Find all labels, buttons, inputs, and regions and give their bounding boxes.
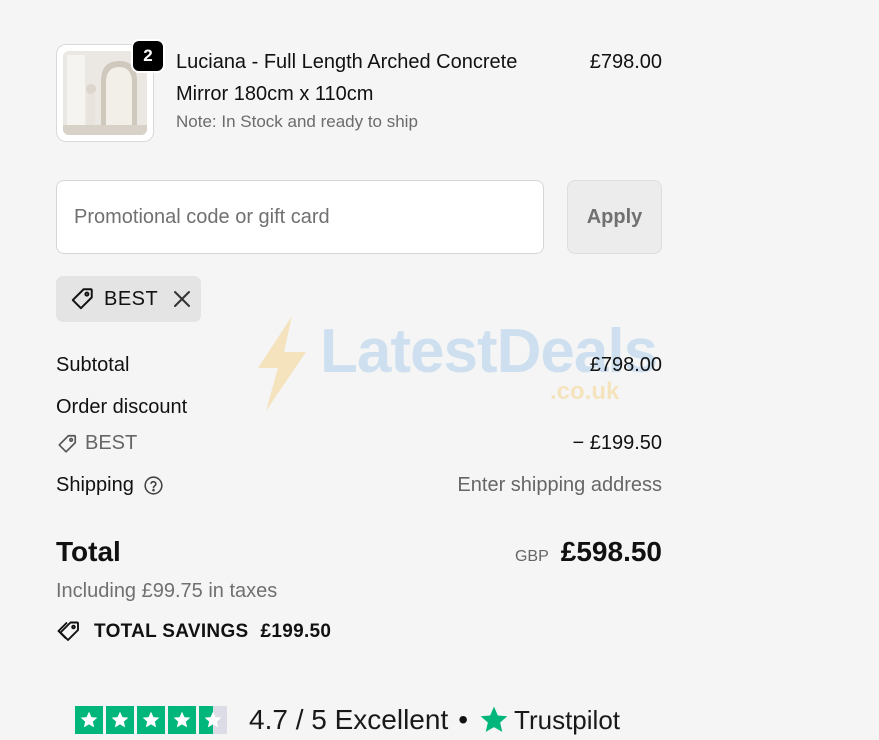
shipping-row: Shipping Enter shipping address (56, 474, 662, 504)
total-row: Total GBP £598.50 (56, 536, 662, 572)
savings-value: £199.50 (260, 621, 332, 642)
product-price: £798.00 (589, 51, 662, 73)
product-name: Luciana - Full Length Arched Concrete Mi… (176, 51, 518, 105)
separator: • (458, 704, 469, 735)
trustpilot-rating[interactable]: 4.7 / 5 Excellent • Trustpilot (75, 700, 620, 740)
total-savings: TOTAL SAVINGS £199.50 (56, 620, 331, 644)
savings-label: TOTAL SAVINGS (94, 621, 249, 642)
remove-code-close-icon[interactable] (172, 289, 192, 309)
star-icon (106, 706, 134, 734)
rating-text: 4.7 / 5 Excellent (249, 704, 449, 735)
star-icon (75, 706, 103, 734)
product-thumbnail: 2 (56, 39, 165, 142)
star-icon (168, 706, 196, 734)
taxes-note: Including £99.75 in taxes (56, 580, 278, 602)
subtotal-row: Subtotal £798.00 (56, 354, 662, 384)
subtotal-value: £798.00 (589, 354, 662, 376)
tag-icon (56, 433, 78, 455)
discount-code-row: BEST − £199.50 (56, 432, 662, 462)
applied-code-label: BEST (104, 287, 159, 310)
shipping-label: Shipping (56, 474, 134, 496)
help-icon[interactable] (143, 475, 164, 496)
star-icon (137, 706, 165, 734)
order-discount-row: Order discount (56, 396, 662, 426)
half-star-icon (199, 706, 227, 734)
rating-stars (75, 706, 230, 734)
tag-icon (69, 286, 95, 312)
applied-discount-chip: BEST (56, 276, 201, 322)
shipping-value: Enter shipping address (457, 474, 662, 496)
currency-code: GBP (514, 548, 549, 565)
savings-tag-icon (56, 620, 82, 644)
apply-button[interactable]: Apply (567, 180, 662, 254)
trustpilot-star-icon (478, 704, 510, 736)
order-discount-label: Order discount (56, 396, 188, 418)
discount-code-label: BEST (85, 432, 138, 454)
promo-code-input[interactable] (56, 180, 544, 254)
cart-line-item: 2 Luciana - Full Length Arched Concrete … (56, 39, 662, 144)
total-value: £598.50 (560, 536, 662, 567)
trustpilot-brand: Trustpilot (514, 704, 621, 735)
total-label: Total (56, 536, 121, 567)
subtotal-label: Subtotal (56, 354, 130, 376)
product-note: Note: In Stock and ready to ship (176, 112, 418, 131)
quantity-badge: 2 (131, 39, 165, 73)
discount-value: − £199.50 (572, 432, 662, 454)
